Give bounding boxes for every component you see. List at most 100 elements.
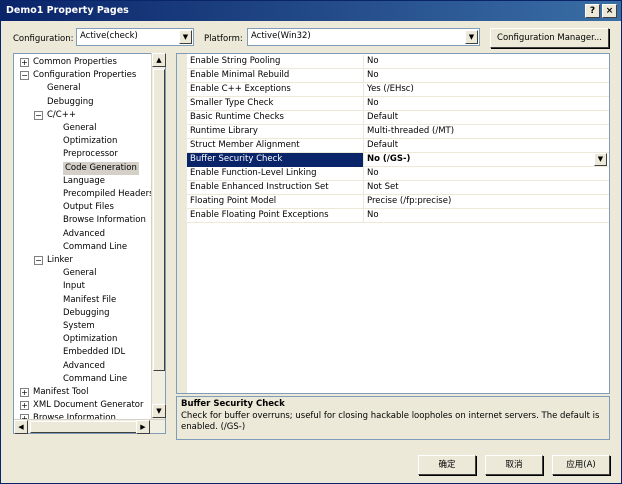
- property-value[interactable]: Precise (/fp:precise): [367, 195, 451, 208]
- property-row[interactable]: Enable Floating Point Exceptions No: [187, 209, 609, 223]
- tree-item[interactable]: System: [63, 320, 95, 333]
- tree-item[interactable]: Language: [63, 175, 105, 188]
- tree-item[interactable]: Debugging: [47, 96, 94, 109]
- tree-item[interactable]: Optimization: [63, 135, 117, 148]
- expand-icon[interactable]: +: [20, 388, 29, 397]
- property-value[interactable]: Not Set: [367, 181, 399, 194]
- column-divider: [363, 83, 364, 97]
- column-divider: [363, 167, 364, 181]
- tree-item[interactable]: Code Generation: [63, 161, 139, 175]
- property-value[interactable]: Default: [367, 111, 398, 124]
- property-row[interactable]: Smaller Type Check No: [187, 97, 609, 111]
- tree-item[interactable]: Input: [63, 280, 85, 293]
- property-name: Runtime Library: [190, 126, 258, 136]
- platform-select[interactable]: Active(Win32) ▼: [247, 28, 480, 46]
- chevron-down-icon[interactable]: ▼: [179, 30, 192, 44]
- grid-gutter: [177, 54, 187, 393]
- property-value[interactable]: Yes (/EHsc): [367, 83, 414, 96]
- close-button[interactable]: ×: [602, 4, 617, 18]
- tree-vertical-scrollbar[interactable]: ▲ ▼: [151, 53, 166, 419]
- tree-item[interactable]: Common Properties: [33, 56, 117, 69]
- property-row[interactable]: Enable Enhanced Instruction Set Not Set: [187, 181, 609, 195]
- collapse-icon[interactable]: −: [34, 256, 43, 265]
- property-row[interactable]: Runtime Library Multi-threaded (/MT): [187, 125, 609, 139]
- property-row[interactable]: Struct Member Alignment Default: [187, 139, 609, 153]
- tree-item[interactable]: General: [63, 267, 97, 280]
- column-divider: [363, 55, 364, 69]
- h-scroll-thumb[interactable]: [30, 421, 140, 433]
- configuration-label: Configuration:: [13, 34, 74, 44]
- help-button[interactable]: ?: [585, 4, 600, 18]
- property-row[interactable]: Floating Point Model Precise (/fp:precise…: [187, 195, 609, 209]
- column-divider: [363, 69, 364, 83]
- property-row[interactable]: Enable Function-Level Linking No: [187, 167, 609, 181]
- tree-item[interactable]: General: [63, 122, 97, 135]
- platform-label: Platform:: [204, 34, 243, 44]
- chevron-down-icon[interactable]: ▼: [465, 30, 478, 44]
- tree-item[interactable]: Browse Information: [63, 214, 146, 227]
- tree-item[interactable]: Precompiled Headers: [63, 188, 154, 201]
- property-row[interactable]: Buffer Security Check No (/GS-) ▼: [187, 153, 609, 167]
- property-value[interactable]: No: [367, 209, 379, 222]
- property-name: Enable Function-Level Linking: [190, 168, 317, 178]
- property-name: Buffer Security Check: [190, 154, 283, 164]
- tree-item[interactable]: Preprocessor: [63, 148, 118, 161]
- configuration-select[interactable]: Active(check) ▼: [76, 28, 194, 46]
- property-name: Smaller Type Check: [190, 98, 274, 108]
- tree-item[interactable]: Configuration Properties: [33, 69, 136, 82]
- tree-item[interactable]: Command Line: [63, 241, 127, 254]
- tree-item[interactable]: XML Document Generator: [33, 399, 144, 412]
- tree-item[interactable]: Manifest Tool: [33, 386, 89, 399]
- expand-icon[interactable]: +: [20, 401, 29, 411]
- apply-button[interactable]: 应用(A): [552, 455, 610, 475]
- property-name: Basic Runtime Checks: [190, 112, 284, 122]
- property-value[interactable]: No (/GS-): [367, 153, 410, 166]
- expand-icon[interactable]: +: [20, 58, 29, 67]
- column-divider: [363, 181, 364, 195]
- tree-item[interactable]: Debugging: [63, 307, 110, 320]
- tree-item[interactable]: Manifest File: [63, 294, 116, 307]
- tree-horizontal-scrollbar[interactable]: ◀ ▶: [14, 419, 165, 434]
- column-divider: [363, 111, 364, 125]
- collapse-icon[interactable]: −: [34, 110, 43, 120]
- property-value[interactable]: No: [367, 55, 379, 68]
- description-title: Buffer Security Check: [181, 399, 285, 409]
- column-divider: [363, 97, 364, 111]
- column-divider: [363, 195, 364, 209]
- property-value[interactable]: No: [367, 97, 379, 110]
- property-row[interactable]: Enable C++ Exceptions Yes (/EHsc): [187, 83, 609, 97]
- cancel-button[interactable]: 取消: [485, 455, 543, 475]
- tree-item[interactable]: Advanced: [63, 228, 105, 241]
- property-name: Enable C++ Exceptions: [190, 84, 291, 94]
- scroll-down-icon[interactable]: ▼: [152, 404, 166, 418]
- property-row[interactable]: Enable String Pooling No: [187, 55, 609, 69]
- tree-item[interactable]: Command Line: [63, 373, 127, 386]
- scroll-up-icon[interactable]: ▲: [152, 53, 166, 67]
- chevron-down-icon[interactable]: ▼: [594, 153, 607, 166]
- tree-item[interactable]: General: [47, 82, 81, 95]
- property-row[interactable]: Enable Minimal Rebuild No: [187, 69, 609, 83]
- property-value[interactable]: Multi-threaded (/MT): [367, 125, 454, 138]
- property-name: Enable Enhanced Instruction Set: [190, 182, 329, 192]
- property-grid: Enable String Pooling No Enable Minimal Re…: [176, 53, 610, 394]
- column-divider: [363, 139, 364, 153]
- tree-item[interactable]: Advanced: [63, 360, 105, 373]
- property-value[interactable]: Default: [367, 139, 398, 152]
- property-value[interactable]: No: [367, 69, 379, 82]
- property-row[interactable]: Basic Runtime Checks Default: [187, 111, 609, 125]
- ok-button[interactable]: 确定: [418, 455, 476, 475]
- tree-item[interactable]: Linker: [47, 254, 73, 267]
- configuration-value: Active(check): [80, 31, 138, 41]
- property-name: Enable Minimal Rebuild: [190, 70, 290, 80]
- tree-item[interactable]: Output Files: [63, 201, 114, 214]
- collapse-icon[interactable]: −: [20, 71, 29, 81]
- tree-item[interactable]: C/C++: [47, 109, 76, 122]
- scroll-right-icon[interactable]: ▶: [136, 420, 150, 434]
- tree-item[interactable]: Embedded IDL: [63, 346, 125, 359]
- property-value[interactable]: No: [367, 167, 379, 180]
- tree-item[interactable]: Optimization: [63, 333, 117, 346]
- scroll-left-icon[interactable]: ◀: [14, 420, 28, 434]
- configuration-manager-button[interactable]: Configuration Manager...: [490, 28, 609, 48]
- title-bar[interactable]: Demo1 Property Pages: [1, 1, 621, 21]
- scroll-thumb[interactable]: [153, 69, 165, 371]
